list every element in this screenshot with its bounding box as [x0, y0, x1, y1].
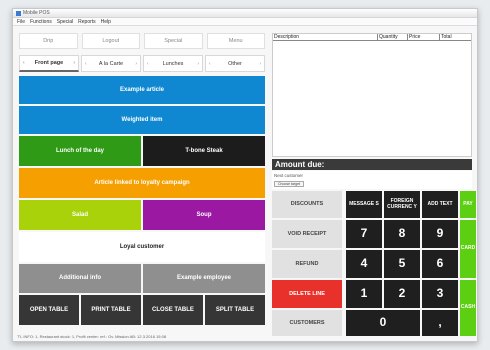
digit-3-button[interactable]: 3 — [422, 280, 458, 308]
row-example-article: Example article — [19, 76, 265, 104]
tab-a-la-carte[interactable]: ‹ A la Carte › — [81, 55, 141, 72]
tab-drip[interactable]: Drip — [19, 33, 78, 49]
tab-label: Front page — [34, 60, 64, 66]
row-info-employee: Additional info Example employee — [19, 264, 265, 293]
menu-special[interactable]: Special — [57, 19, 73, 25]
chevron-left-icon: ‹ — [209, 60, 211, 67]
category-tabs: ‹ Front page › ‹ A la Carte › ‹ Lunches … — [19, 55, 265, 72]
lunch-of-the-day-button[interactable]: Lunch of the day — [19, 136, 141, 166]
receipt-table: Description Quantity Price Total — [272, 33, 472, 157]
status-bar: T'L INFO: 1, Restaurant stock: 1, Profit… — [17, 334, 167, 339]
messages-button[interactable]: MESSAGE S — [346, 191, 382, 218]
menu-help[interactable]: Help — [101, 19, 111, 25]
row-loyalty: Article linked to loyalty campaign — [19, 168, 265, 198]
digit-6-button[interactable]: 6 — [422, 250, 458, 278]
chevron-left-icon: ‹ — [23, 60, 25, 66]
menu-functions[interactable]: Functions — [30, 19, 52, 25]
additional-info-button[interactable]: Additional info — [19, 264, 141, 293]
col-description: Description — [273, 34, 378, 40]
digit-5-button[interactable]: 5 — [384, 250, 420, 278]
tab-label: Lunches — [162, 60, 184, 67]
title-bar: Mobile POS — [13, 9, 477, 18]
digit-8-button[interactable]: 8 — [384, 220, 420, 248]
add-text-button[interactable]: ADD TEXT — [422, 191, 458, 218]
chevron-right-icon: › — [197, 60, 199, 67]
tab-label: Other — [228, 60, 242, 67]
tab-special[interactable]: Special — [144, 33, 203, 49]
tab-menu[interactable]: Menu — [206, 33, 265, 49]
tab-label: A la Carte — [98, 60, 124, 67]
amount-due-label: Amount due: — [272, 159, 472, 170]
chevron-right-icon: › — [135, 60, 137, 67]
digit-9-button[interactable]: 9 — [422, 220, 458, 248]
tab-other[interactable]: ‹ Other › — [205, 55, 265, 72]
menu-file[interactable]: File — [17, 19, 25, 25]
card-button[interactable]: CARD — [460, 220, 476, 278]
row-salad-soup: Salad Soup — [19, 200, 265, 230]
app-icon — [16, 11, 21, 16]
row-weighted-item: Weighted item — [19, 106, 265, 134]
tab-logout[interactable]: Logout — [81, 33, 140, 49]
foreign-currency-button[interactable]: FOREIGN CURRENC Y — [384, 191, 420, 218]
pay-button[interactable]: PAY — [460, 191, 476, 218]
chevron-left-icon: ‹ — [85, 60, 87, 67]
row-table-actions: OPEN TABLE PRINT TABLE CLOSE TABLE SPLIT… — [19, 295, 265, 325]
receipt-header: Description Quantity Price Total — [273, 34, 471, 41]
void-receipt-button[interactable]: VOID RECEIPT — [272, 220, 342, 248]
split-table-button[interactable]: SPLIT TABLE — [205, 295, 265, 325]
loyal-customer-button[interactable]: Loyal customer — [19, 232, 265, 262]
refund-button[interactable]: REFUND — [272, 250, 342, 278]
close-table-button[interactable]: CLOSE TABLE — [143, 295, 203, 325]
cash-button[interactable]: CASH — [460, 280, 476, 336]
chevron-right-icon: › — [73, 60, 75, 66]
weighted-item-button[interactable]: Weighted item — [19, 106, 265, 134]
col-total: Total — [441, 34, 452, 40]
customer-area: Next customer Choose target — [272, 171, 472, 189]
digit-1-button[interactable]: 1 — [346, 280, 382, 308]
salad-button[interactable]: Salad — [19, 200, 141, 230]
chevron-left-icon: ‹ — [147, 60, 149, 67]
col-quantity: Quantity — [378, 34, 408, 40]
open-table-button[interactable]: OPEN TABLE — [19, 295, 79, 325]
example-employee-button[interactable]: Example employee — [143, 264, 265, 293]
soup-button[interactable]: Soup — [143, 200, 265, 230]
row-lunch: Lunch of the day T-bone Steak — [19, 136, 265, 166]
window-title: Mobile POS — [23, 10, 50, 16]
discounts-button[interactable]: DISCOUNTS — [272, 191, 342, 218]
digit-7-button[interactable]: 7 — [346, 220, 382, 248]
example-article-button[interactable]: Example article — [19, 76, 265, 104]
tab-lunches[interactable]: ‹ Lunches › — [143, 55, 203, 72]
col-price: Price — [408, 34, 440, 40]
next-customer-label: Next customer — [274, 173, 304, 178]
digit-4-button[interactable]: 4 — [346, 250, 382, 278]
chevron-right-icon: › — [259, 60, 261, 67]
menu-reports[interactable]: Reports — [78, 19, 96, 25]
digit-2-button[interactable]: 2 — [384, 280, 420, 308]
delete-line-button[interactable]: DELETE LINE — [272, 280, 342, 308]
choose-target-button[interactable]: Choose target — [274, 181, 304, 187]
top-tabs: Drip Logout Special Menu — [19, 33, 265, 49]
row-loyal-customer: Loyal customer — [19, 232, 265, 262]
loyalty-article-button[interactable]: Article linked to loyalty campaign — [19, 168, 265, 198]
tab-front-page[interactable]: ‹ Front page › — [19, 55, 79, 72]
t-bone-steak-button[interactable]: T-bone Steak — [143, 136, 265, 166]
print-table-button[interactable]: PRINT TABLE — [81, 295, 141, 325]
pos-window: Mobile POS File Functions Special Report… — [12, 8, 478, 342]
menu-bar: File Functions Special Reports Help — [13, 18, 477, 26]
